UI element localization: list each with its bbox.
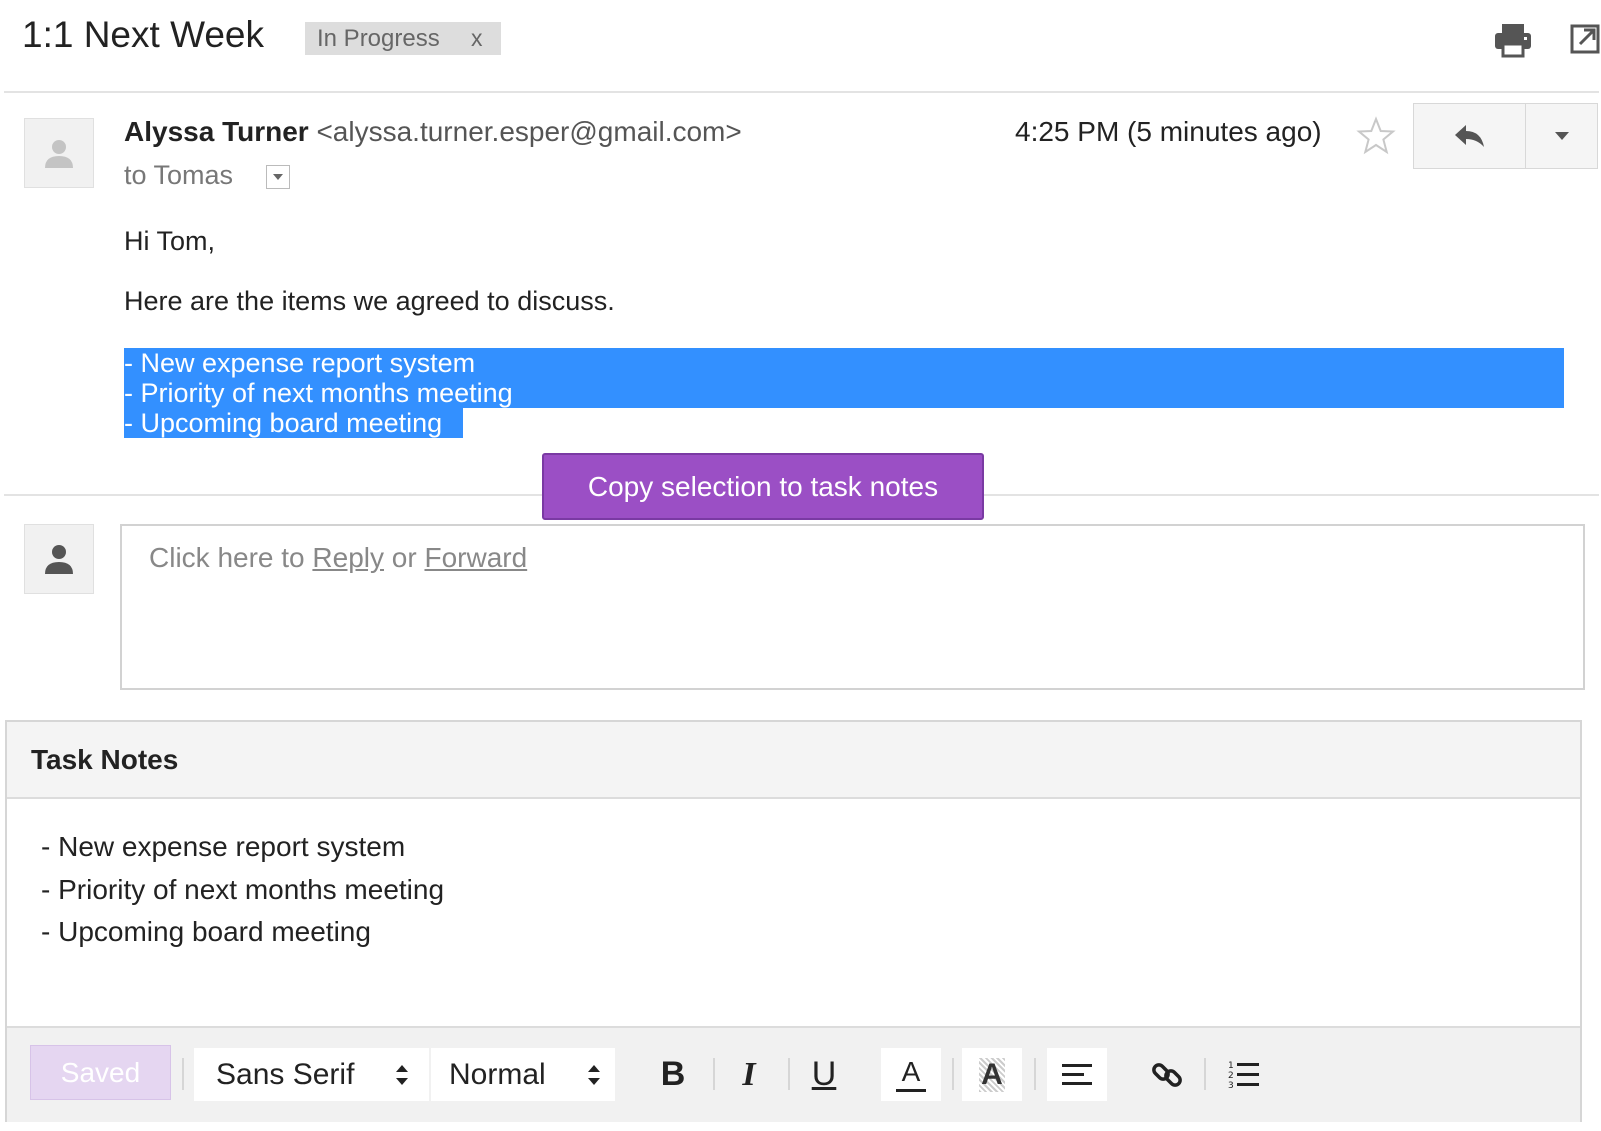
saved-button[interactable]: Saved xyxy=(30,1045,171,1100)
font-size-select[interactable]: Normal xyxy=(431,1048,615,1101)
my-avatar xyxy=(24,524,94,594)
toolbar-separator xyxy=(952,1058,954,1090)
select-arrows-icon xyxy=(588,1065,600,1085)
avatar-icon xyxy=(45,545,73,574)
task-note-line: - Upcoming board meeting xyxy=(41,916,371,947)
selected-line[interactable]: - New expense report system xyxy=(124,348,1564,378)
sender-avatar xyxy=(24,118,94,188)
svg-text:1: 1 xyxy=(1228,1061,1234,1071)
reply-prompt-prefix: Click here to xyxy=(149,542,305,573)
align-button[interactable] xyxy=(1047,1048,1107,1101)
more-actions-button[interactable] xyxy=(1526,104,1598,168)
sender-line: Alyssa Turner <alyssa.turner.esper@gmail… xyxy=(124,116,742,148)
toolbar-separator xyxy=(788,1058,790,1090)
align-left-icon xyxy=(1062,1063,1092,1085)
link-icon xyxy=(1152,1062,1182,1087)
task-notes-header: Task Notes xyxy=(7,722,1580,799)
toolbar-separator xyxy=(182,1058,184,1090)
task-notes-editor[interactable]: - New expense report system - Priority o… xyxy=(7,799,1580,1026)
more-dropdown-icon xyxy=(1555,132,1569,140)
remove-label-button[interactable]: x xyxy=(471,25,483,52)
editor-toolbar: Saved Sans Serif Normal B I U A A 1 2 3 xyxy=(7,1026,1580,1122)
toolbar-separator xyxy=(1204,1058,1206,1090)
star-icon[interactable] xyxy=(1356,116,1396,161)
label-chip-text: In Progress xyxy=(317,24,440,52)
reply-icon xyxy=(1454,125,1484,147)
highlight-color-button[interactable]: A xyxy=(962,1048,1022,1101)
chevron-down-icon xyxy=(273,174,283,180)
bold-button[interactable]: B xyxy=(643,1048,703,1101)
copy-selection-button[interactable]: Copy selection to task notes xyxy=(542,453,984,520)
selected-line[interactable]: - Upcoming board meeting xyxy=(124,408,463,438)
reply-link[interactable]: Reply xyxy=(312,542,384,573)
recipient-line: to Tomas xyxy=(124,160,234,190)
message-time: 4:25 PM (5 minutes ago) xyxy=(1015,116,1322,147)
label-chip-in-progress: In Progress x xyxy=(305,22,501,55)
italic-button[interactable]: I xyxy=(719,1048,779,1101)
text-color-letter: A xyxy=(901,1055,921,1087)
task-note-line: - New expense report system xyxy=(41,831,406,862)
task-notes-title: Task Notes xyxy=(31,744,179,775)
font-family-value: Sans Serif xyxy=(216,1057,355,1091)
reply-prompt-or: or xyxy=(391,542,417,573)
avatar-icon xyxy=(45,140,73,168)
reply-prompt: Click here to Reply or Forward xyxy=(149,542,527,574)
reply-button[interactable] xyxy=(1414,104,1525,168)
show-details-button[interactable] xyxy=(266,165,290,189)
forward-link[interactable]: Forward xyxy=(424,542,527,573)
open-in-new-window-icon[interactable] xyxy=(1570,24,1600,59)
numbered-list-icon: 1 2 3 xyxy=(1228,1061,1259,1091)
font-size-value: Normal xyxy=(449,1057,546,1091)
reply-button-group xyxy=(1413,103,1598,169)
message-intro: Here are the items we agreed to discuss. xyxy=(124,286,615,316)
selected-line[interactable]: - Priority of next months meeting xyxy=(124,378,1564,408)
text-color-bar xyxy=(896,1088,926,1092)
header-divider xyxy=(4,91,1599,93)
select-arrows-icon xyxy=(396,1065,408,1085)
numbered-list-button[interactable]: 1 2 3 xyxy=(1214,1048,1274,1101)
sender-name: Alyssa Turner xyxy=(124,116,309,147)
toolbar-separator xyxy=(713,1058,715,1090)
task-note-line: - Priority of next months meeting xyxy=(41,874,445,905)
email-subject: 1:1 Next Week xyxy=(22,14,264,55)
font-family-select[interactable]: Sans Serif xyxy=(194,1048,429,1101)
print-icon[interactable] xyxy=(1493,22,1533,63)
underline-button[interactable]: U xyxy=(794,1048,854,1101)
sender-email: <alyssa.turner.esper@gmail.com> xyxy=(316,116,742,147)
insert-link-button[interactable] xyxy=(1137,1048,1197,1101)
toolbar-separator xyxy=(1034,1058,1036,1090)
text-color-button[interactable]: A xyxy=(881,1048,941,1101)
task-notes-panel: Task Notes - New expense report system -… xyxy=(5,720,1582,1122)
highlight-letter: A xyxy=(979,1057,1005,1092)
svg-text:2: 2 xyxy=(1228,1071,1234,1081)
svg-text:3: 3 xyxy=(1228,1081,1234,1091)
message-greeting: Hi Tom, xyxy=(124,226,216,256)
